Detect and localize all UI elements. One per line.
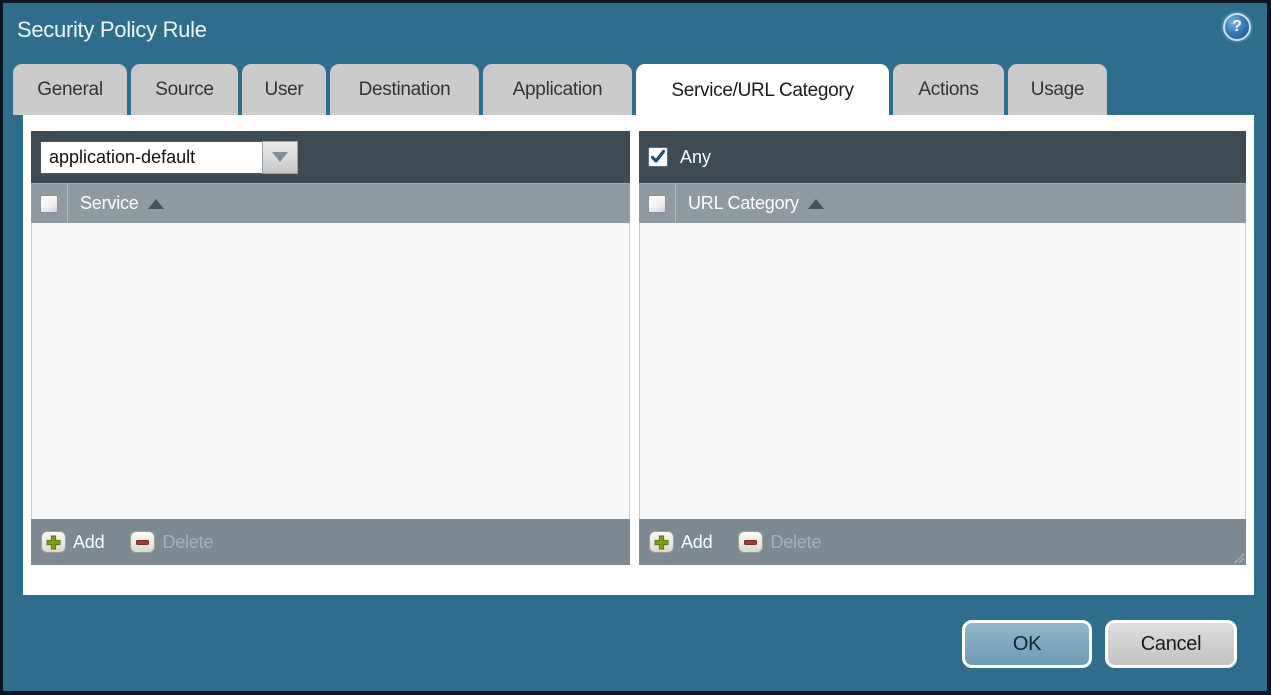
sort-ascending-icon[interactable] [807, 198, 824, 209]
service-type-dropdown[interactable] [40, 140, 298, 174]
tab-actions[interactable]: Actions [893, 64, 1004, 115]
tab-application[interactable]: Application [483, 64, 632, 115]
tab-destination[interactable]: Destination [330, 64, 479, 115]
cancel-button[interactable]: Cancel [1105, 620, 1237, 668]
plus-icon [649, 531, 674, 553]
service-column-label: Service [80, 193, 139, 213]
delete-label: Delete [770, 531, 822, 552]
url-category-list [639, 223, 1246, 519]
ok-button[interactable]: OK [962, 620, 1092, 668]
any-checkbox[interactable] [648, 147, 668, 167]
tab-general[interactable]: General [13, 64, 127, 115]
dropdown-button[interactable] [262, 140, 298, 174]
tab-user[interactable]: User [242, 64, 326, 115]
service-column-header: Service [31, 183, 630, 223]
resize-grip[interactable] [1234, 553, 1244, 563]
checkmark-icon [650, 149, 666, 163]
sort-ascending-icon[interactable] [147, 198, 164, 209]
delete-url-category-button[interactable]: Delete [738, 531, 821, 553]
tab-source[interactable]: Source [131, 64, 238, 115]
security-policy-rule-dialog: Security Policy Rule ? General Source Us… [3, 3, 1267, 691]
service-toolbar [31, 131, 630, 183]
tab-bar: General Source User Destination Applicat… [13, 64, 1107, 118]
service-footer: Add Delete [31, 519, 630, 565]
url-category-column-label: URL Category [688, 193, 799, 213]
delete-label: Delete [162, 531, 214, 552]
help-icon[interactable]: ? [1223, 13, 1251, 41]
url-category-toolbar: Any [639, 131, 1246, 183]
service-select-all-cell [31, 184, 68, 223]
url-category-footer: Add Delete [639, 519, 1246, 565]
service-type-input[interactable] [40, 140, 262, 174]
url-category-column-header: URL Category [639, 183, 1246, 223]
tab-service-url-category[interactable]: Service/URL Category [636, 64, 889, 118]
add-label: Add [73, 531, 105, 552]
select-all-services-checkbox[interactable] [40, 194, 58, 213]
add-url-category-button[interactable]: Add [649, 531, 713, 553]
chevron-down-icon [272, 152, 288, 162]
any-label: Any [680, 146, 712, 167]
minus-icon [738, 531, 764, 553]
tab-usage[interactable]: Usage [1008, 64, 1107, 115]
minus-icon [130, 531, 156, 553]
service-panel: Service Add [31, 131, 630, 565]
tab-content: Service Add [23, 115, 1254, 595]
page-title: Security Policy Rule [17, 17, 207, 42]
service-list [31, 223, 630, 519]
dialog-buttons: OK Cancel [962, 620, 1237, 668]
select-all-url-categories-checkbox[interactable] [648, 194, 666, 213]
delete-service-button[interactable]: Delete [130, 531, 213, 553]
add-service-button[interactable]: Add [41, 531, 105, 553]
url-category-panel: Any URL Category Add Delete [639, 131, 1246, 565]
plus-icon [41, 531, 66, 553]
add-label: Add [681, 531, 713, 552]
url-category-select-all-cell [639, 184, 676, 223]
